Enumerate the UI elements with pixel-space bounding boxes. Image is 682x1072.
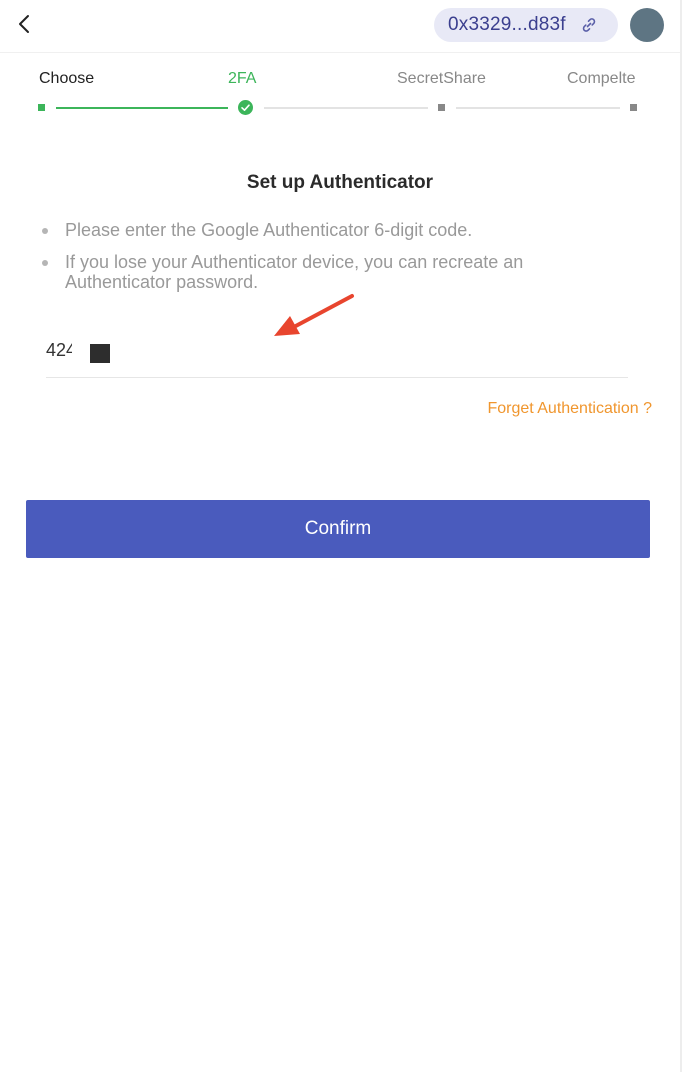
auth-code-value: 424 (46, 340, 72, 360)
instruction-text: Please enter the Google Authenticator 6-… (65, 220, 473, 240)
instruction-item: Please enter the Google Authenticator 6-… (40, 220, 600, 240)
step-label-2fa: 2FA (228, 70, 257, 87)
forget-authentication-link[interactable]: Forget Authentication ? (487, 400, 652, 418)
check-circle-icon (238, 100, 253, 115)
instruction-item: If you lose your Authenticator device, y… (40, 252, 600, 292)
redaction-box (90, 344, 110, 363)
step-dot-choose (38, 104, 45, 111)
top-bar: 0x3329...d83f (0, 0, 680, 53)
avatar[interactable] (630, 8, 664, 42)
wallet-address: 0x3329...d83f (448, 14, 566, 35)
wallet-address-pill[interactable]: 0x3329...d83f (434, 8, 618, 42)
chevron-left-icon (19, 15, 29, 33)
link-icon (582, 18, 596, 32)
step-label-complete: Compelte (567, 70, 636, 87)
bullet-dot-icon (42, 228, 48, 234)
step-label-secretshare: SecretShare (397, 70, 486, 87)
bullet-dot-icon (42, 260, 48, 266)
confirm-button[interactable]: Confirm (26, 500, 650, 558)
back-button[interactable] (10, 8, 40, 40)
instruction-text: If you lose your Authenticator device, y… (65, 252, 524, 292)
step-track-2fa-secretshare (264, 107, 428, 109)
annotation-arrow-icon (274, 294, 354, 336)
step-track-secretshare-complete (456, 107, 620, 109)
step-dot-complete (630, 104, 637, 111)
step-label-choose: Choose (39, 70, 95, 87)
step-dot-secretshare (438, 104, 445, 111)
page-title: Set up Authenticator (246, 172, 434, 193)
step-track-choose-2fa (56, 107, 228, 109)
